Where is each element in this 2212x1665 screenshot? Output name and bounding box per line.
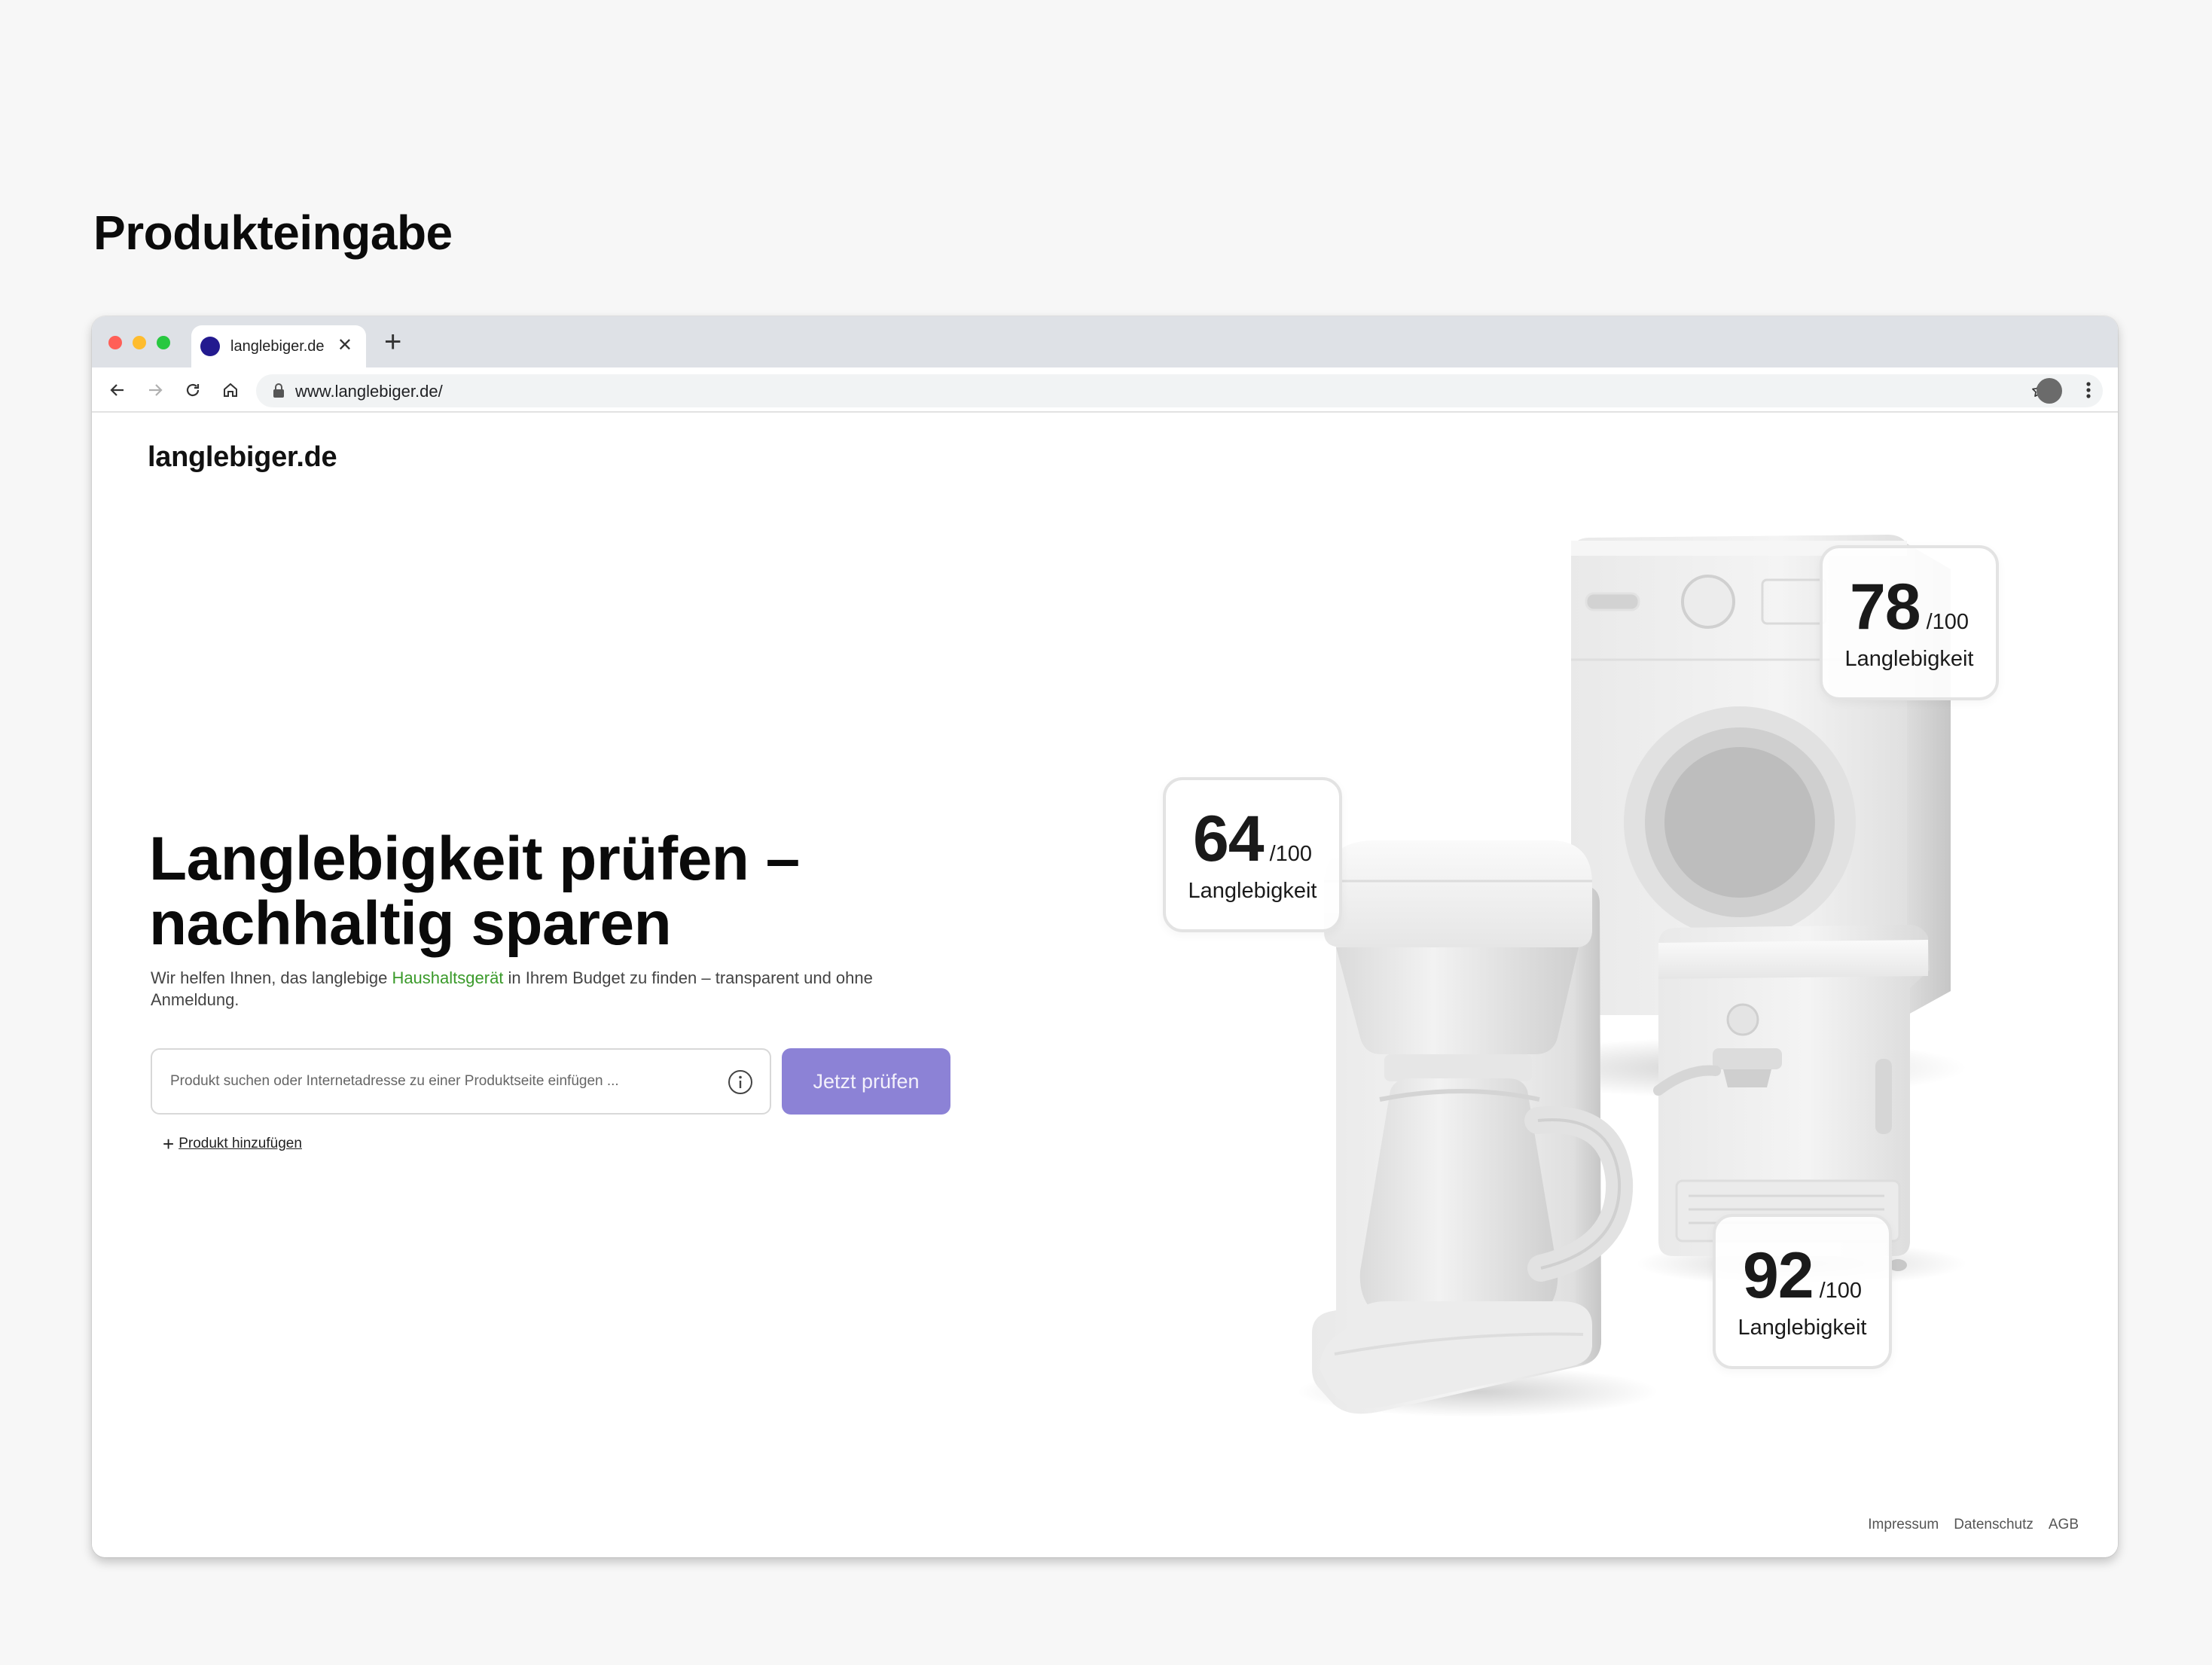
hero-subtitle: Wir helfen Ihnen, das langlebige Haushal…	[151, 967, 874, 1011]
new-tab-button[interactable]: +	[384, 327, 401, 357]
score-label: Langlebigkeit	[1844, 646, 1974, 671]
score-card-espresso-machine: 92 /100 Langlebigkeit	[1713, 1214, 1892, 1369]
web-page: langlebiger.de Langlebigkeit prüfen – na…	[92, 413, 2118, 1557]
info-icon[interactable]	[728, 1069, 753, 1099]
tab-bar: langlebiger.de ✕ +	[92, 316, 2118, 367]
browser-tab[interactable]: langlebiger.de ✕	[191, 325, 366, 367]
add-product-link[interactable]: + Produkt hinzufügen	[163, 1133, 302, 1155]
score-number: 78	[1849, 570, 1921, 643]
score-value-row: 64 /100	[1193, 807, 1312, 871]
favicon-icon	[200, 337, 220, 356]
hero-subtitle-start: Wir helfen Ihnen, das langlebige	[151, 968, 392, 987]
home-icon[interactable]	[218, 378, 243, 402]
window-maximize-dot[interactable]	[157, 336, 170, 349]
score-number: 92	[1742, 1239, 1814, 1312]
score-number: 64	[1192, 802, 1265, 875]
footer-links: Impressum Datenschutz AGB	[1868, 1517, 2079, 1533]
page-heading: Produkteingabe	[93, 206, 453, 260]
score-max: /100	[1269, 841, 1313, 866]
score-value-row: 78 /100	[1850, 575, 1969, 639]
tab-title: langlebiger.de	[230, 337, 325, 355]
score-card-washing-machine: 78 /100 Langlebigkeit	[1820, 545, 1999, 700]
score-label: Langlebigkeit	[1188, 878, 1317, 903]
search-box	[151, 1048, 771, 1115]
window-close-dot[interactable]	[108, 336, 122, 349]
score-value-row: 92 /100	[1743, 1243, 1862, 1308]
footer-link-agb[interactable]: AGB	[2049, 1517, 2079, 1533]
browser-toolbar: www.langlebiger.de/	[92, 367, 2118, 413]
product-search-input[interactable]	[170, 1050, 712, 1113]
score-label: Langlebigkeit	[1738, 1315, 1867, 1340]
browser-window: langlebiger.de ✕ + www.langlebiger.de/ l…	[92, 316, 2118, 1557]
plus-icon: +	[163, 1133, 175, 1155]
hero-title: Langlebigkeit prüfen – nachhaltig sparen	[149, 827, 978, 956]
window-minimize-dot[interactable]	[133, 336, 146, 349]
footer-link-datenschutz[interactable]: Datenschutz	[1954, 1517, 2034, 1533]
profile-avatar[interactable]	[2037, 378, 2062, 404]
reload-icon[interactable]	[181, 378, 205, 402]
url-text[interactable]: www.langlebiger.de/	[295, 382, 443, 401]
forward-arrow-icon[interactable]	[143, 378, 167, 402]
menu-kebab-icon[interactable]	[2085, 378, 2092, 406]
hero-title-line-2: nachhaltig sparen	[149, 889, 672, 958]
footer-link-impressum[interactable]: Impressum	[1868, 1517, 1939, 1533]
tab-close-icon[interactable]: ✕	[337, 336, 352, 355]
site-logo[interactable]: langlebiger.de	[148, 441, 337, 474]
hero-subtitle-highlight: Haushaltsgerät	[392, 968, 504, 987]
back-arrow-icon[interactable]	[105, 378, 130, 402]
hero-title-line-1: Langlebigkeit prüfen –	[149, 825, 800, 893]
score-max: /100	[1926, 609, 1969, 634]
add-product-label[interactable]: Produkt hinzufügen	[178, 1136, 302, 1152]
score-card-coffee-maker: 64 /100 Langlebigkeit	[1163, 777, 1342, 932]
address-bar[interactable]: www.langlebiger.de/	[256, 374, 2103, 407]
lock-icon	[273, 383, 285, 402]
check-now-button[interactable]: Jetzt prüfen	[782, 1048, 950, 1115]
score-max: /100	[1819, 1278, 1863, 1303]
